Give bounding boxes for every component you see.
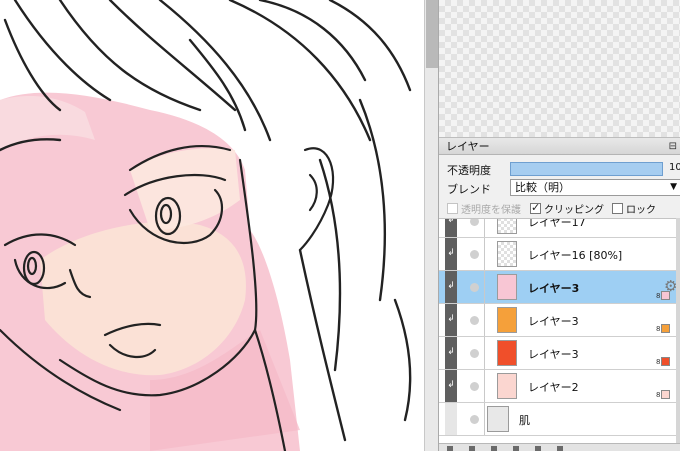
divider [484,271,485,303]
layer-name: レイヤー16 [80%] [528,249,623,262]
checkbox-box[interactable] [612,203,623,214]
layer-row[interactable]: ↲ レイヤー3 8 [439,304,680,337]
layer-options-row: 透明度を保護 クリッピング ロック [439,198,680,216]
layer-row[interactable]: ↲ レイヤー17 [439,218,680,238]
layer-thumbnail [497,219,517,234]
divider [484,304,485,336]
checkbox-box[interactable] [447,203,458,214]
clear-layer-icon[interactable] [535,446,541,451]
opacity-value: 100 % [669,162,680,173]
right-panel: レイヤー ⊟ 不透明度 100 % ブレンド 比較（明） ▼ 透明度を保護 クリ… [438,0,680,451]
layer-color-number: 8 [656,391,661,399]
merge-layer-icon[interactable] [513,446,519,451]
layer-thumbnail [497,241,517,267]
layer-color-number: 8 [656,358,661,366]
layer-name: レイヤー2 [528,381,579,394]
layer-color-swatch [661,324,670,333]
layer-thumbnail [497,373,517,399]
layer-list[interactable]: ↲ レイヤー17 ↲ レイヤー16 [80%] ↲ レイヤー3 8 ⚙ ↲ レイヤー3 8 ↲ レイヤー… [439,218,680,443]
clipping-marker: ↲ [445,337,457,369]
protect-alpha-checkbox[interactable]: 透明度を保護 [447,201,521,216]
opacity-slider[interactable] [510,162,663,176]
layer-thumbnail [487,406,509,432]
lock-checkbox[interactable]: ロック [612,201,656,216]
layer-row[interactable]: ↲ レイヤー3 8 ⚙ [439,271,680,304]
blend-label: ブレンド [447,183,491,196]
layer-name: レイヤー3 [528,315,579,328]
clipping-marker: ↲ [445,304,457,336]
visibility-icon[interactable] [470,415,479,424]
divider [484,403,485,435]
layer-name: レイヤー3 [528,282,580,295]
visibility-icon[interactable] [470,316,479,325]
divider [484,337,485,369]
checkbox-box[interactable] [530,201,541,214]
layer-color-swatch [661,357,670,366]
navigator-preview [439,0,680,138]
blend-row: ブレンド 比較（明） ▼ [439,178,680,198]
layer-color-number: 8 [656,325,661,333]
clipping-marker: ↲ [445,271,457,303]
clipping-label: クリッピング [544,205,604,216]
layer-name: 肌 [519,414,530,427]
opacity-label: 不透明度 [447,164,491,177]
layer-row[interactable]: ↲ レイヤー3 8 [439,337,680,370]
scrollbar-thumb[interactable] [426,0,438,68]
copy-layer-icon[interactable] [491,446,497,451]
clipping-marker [445,403,457,435]
visibility-icon[interactable] [470,219,479,226]
new-folder-icon[interactable] [469,446,475,451]
divider [484,219,485,237]
protect-alpha-label: 透明度を保護 [461,205,521,216]
layer-row[interactable]: ↲ レイヤー16 [80%] [439,238,680,271]
layer-thumbnail [497,307,517,333]
layer-name: レイヤー17 [528,218,586,229]
visibility-icon[interactable] [470,250,479,259]
clipping-checkbox[interactable]: クリッピング [530,201,604,216]
pin-icon[interactable]: ⊟ [669,138,677,155]
layer-panel-header: レイヤー ⊟ [439,138,680,155]
visibility-icon[interactable] [470,283,479,292]
canvas-vertical-scrollbar[interactable] [424,0,438,451]
divider [484,238,485,270]
layer-panel-toolbar [439,443,680,451]
layer-color-swatch [661,390,670,399]
layer-panel-title: レイヤー [446,140,490,153]
drawing-canvas[interactable] [0,0,424,451]
visibility-icon[interactable] [470,349,479,358]
layer-thumbnail [497,340,517,366]
layer-thumbnail [497,274,517,300]
layer-row[interactable]: 肌 [439,403,680,436]
layer-name: レイヤー3 [528,348,579,361]
clipping-marker: ↲ [445,238,457,270]
layer-color-number: 8 [656,292,661,300]
delete-layer-icon[interactable] [557,446,563,451]
layer-row[interactable]: ↲ レイヤー2 8 [439,370,680,403]
divider [484,370,485,402]
clipping-marker: ↲ [445,219,457,237]
new-layer-icon[interactable] [447,446,453,451]
clipping-marker: ↲ [445,370,457,402]
anime-face-illustration [0,0,412,451]
chevron-down-icon: ▼ [670,182,677,192]
lock-label: ロック [626,205,656,216]
visibility-icon[interactable] [470,382,479,391]
blend-mode-value: 比較（明） [515,181,570,194]
layer-list-scrollbar[interactable] [676,218,680,443]
opacity-row: 不透明度 100 % [439,159,680,179]
blend-mode-select[interactable]: 比較（明） ▼ [510,179,680,196]
